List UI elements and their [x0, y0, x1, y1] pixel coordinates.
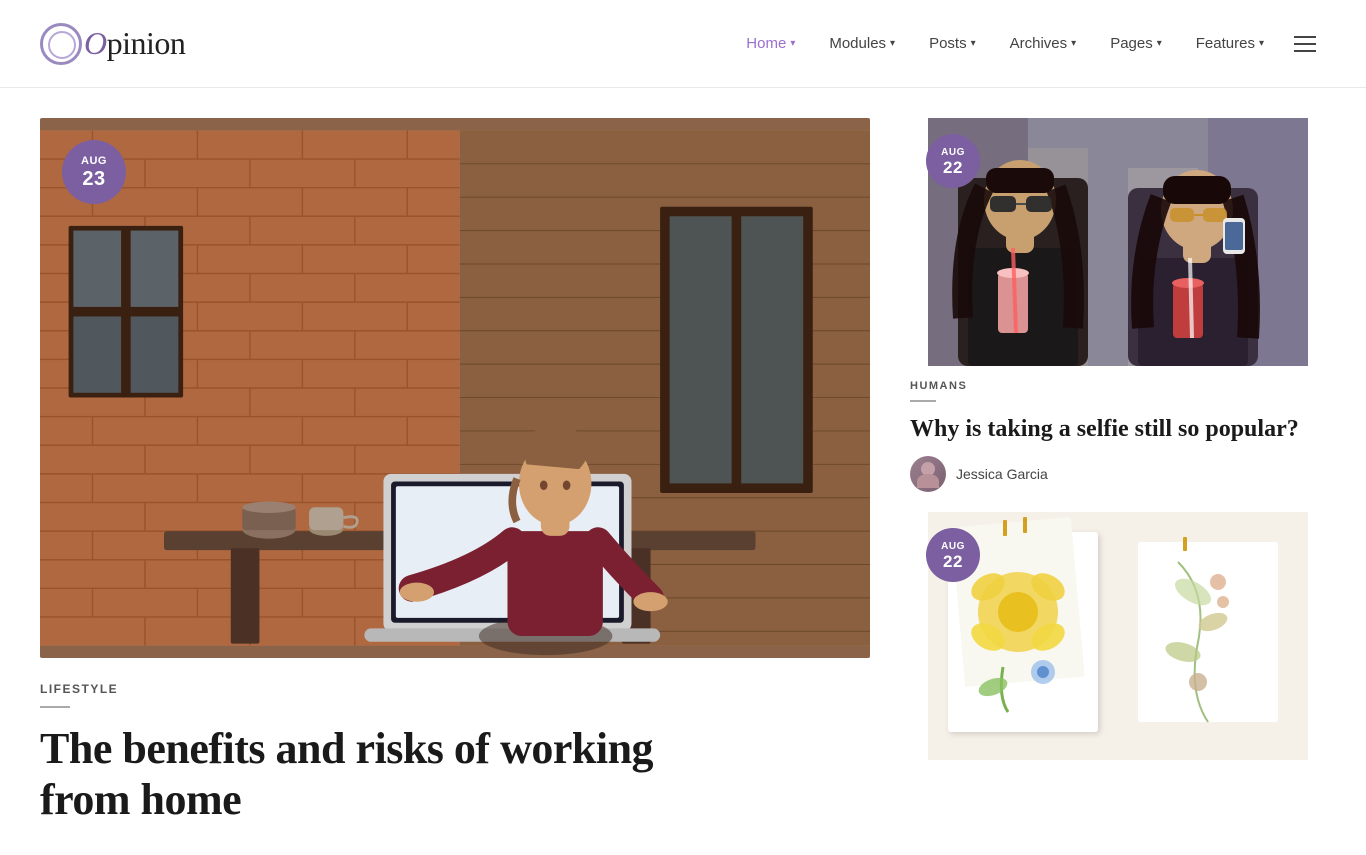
site-logo[interactable]: Opinion [40, 23, 185, 65]
category-divider [40, 706, 70, 708]
sidebar-divider-1 [910, 400, 936, 402]
chevron-down-icon: ▾ [790, 38, 795, 49]
chevron-down-icon: ▾ [1259, 38, 1264, 49]
sidebar: AUG 22 [910, 118, 1326, 825]
author-name-1: Jessica Garcia [956, 466, 1048, 482]
logo-text: Opinion [84, 25, 185, 62]
nav-item-features[interactable]: Features ▾ [1182, 27, 1278, 60]
nav-item-modules[interactable]: Modules ▾ [815, 27, 909, 60]
chevron-down-icon: ▾ [1157, 38, 1162, 49]
nav-item-home[interactable]: Home ▾ [732, 27, 809, 60]
sidebar-card-selfie: AUG 22 [910, 118, 1326, 492]
author-avatar-1 [910, 456, 946, 492]
chevron-down-icon: ▾ [971, 38, 976, 49]
sidebar-card-floral: AUG 22 [910, 512, 1326, 760]
sidebar-date-badge-1: AUG 22 [926, 134, 980, 188]
featured-category[interactable]: LIFESTYLE [40, 682, 870, 696]
date-badge: AUG 23 [62, 140, 126, 204]
nav-item-pages[interactable]: Pages ▾ [1096, 27, 1176, 60]
main-content: AUG 23 [0, 88, 1366, 855]
nav-item-archives[interactable]: Archives ▾ [996, 27, 1091, 60]
sidebar-card-meta-1: HUMANS Why is taking a selfie still so p… [910, 380, 1326, 492]
featured-meta: LIFESTYLE The benefits and risks of work… [40, 682, 870, 825]
logo-prefix: O [84, 25, 107, 61]
sidebar-date-badge-2: AUG 22 [926, 528, 980, 582]
sidebar-image-1[interactable]: AUG 22 [910, 118, 1326, 366]
featured-image[interactable]: AUG 23 [40, 118, 870, 658]
featured-image-svg [40, 118, 870, 658]
logo-circle-icon [40, 23, 82, 65]
site-header: Opinion Home ▾ Modules ▾ Posts ▾ Archive… [0, 0, 1366, 88]
featured-title[interactable]: The benefits and risks of working from h… [40, 724, 870, 825]
sidebar-category-1[interactable]: HUMANS [910, 380, 1326, 392]
sidebar-title-1[interactable]: Why is taking a selfie still so popular? [910, 414, 1326, 444]
hamburger-menu-icon[interactable] [1284, 28, 1326, 60]
sidebar-author-1: Jessica Garcia [910, 456, 1326, 492]
featured-article: AUG 23 [40, 118, 910, 825]
nav-item-posts[interactable]: Posts ▾ [915, 27, 990, 60]
chevron-down-icon: ▾ [890, 38, 895, 49]
main-nav: Home ▾ Modules ▾ Posts ▾ Archives ▾ Page… [732, 27, 1326, 60]
sidebar-image-2[interactable]: AUG 22 [910, 512, 1326, 760]
chevron-down-icon: ▾ [1071, 38, 1076, 49]
